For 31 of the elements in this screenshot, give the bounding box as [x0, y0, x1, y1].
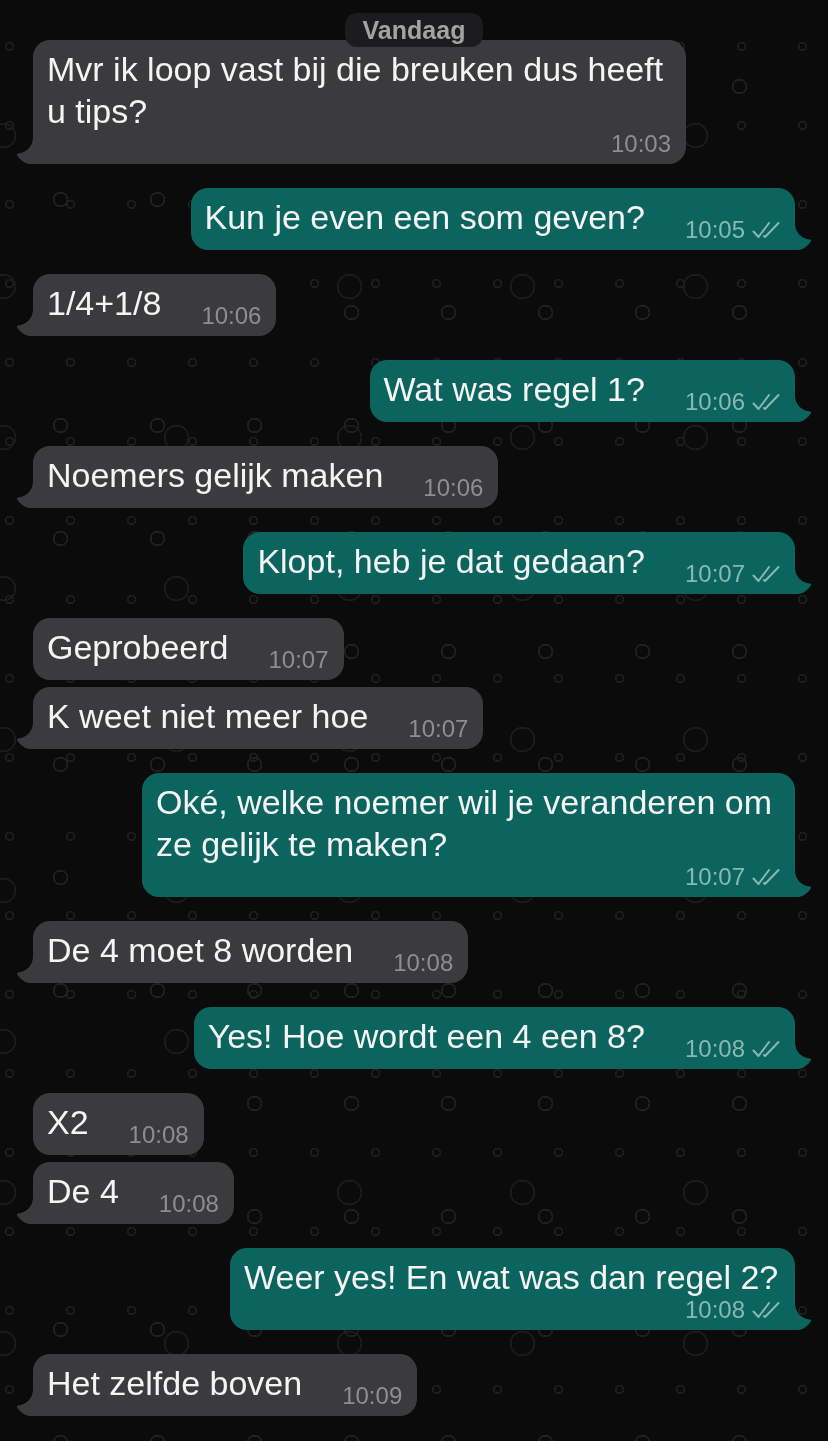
message-text: Klopt, heb je dat gedaan?: [257, 541, 645, 582]
message-time: 10:05: [684, 218, 745, 242]
message-text: Mvr ik loop vast bij die breuken dus heeft u tips?: [47, 49, 665, 132]
message-time: 10:07: [684, 562, 745, 586]
message-text: Het zelfde boven: [47, 1363, 303, 1404]
message-time: 10:09: [342, 1384, 403, 1408]
message-text: Geprobeerd: [47, 627, 229, 668]
message-time: 10:08: [684, 1037, 745, 1061]
message-text: De 4: [47, 1171, 119, 1212]
message-text: 1/4+1/8: [47, 283, 162, 324]
message-text: X2: [47, 1102, 89, 1143]
message-text: Oké, welke noemer wil je veranderen om ze gelijk te maken?: [156, 782, 774, 865]
date-divider: Vandaag: [344, 13, 484, 47]
message-time: 10:07: [408, 717, 469, 741]
message-time: 10:08: [393, 951, 454, 975]
message-time: 10:07: [684, 865, 745, 889]
message-text: K weet niet meer hoe: [47, 696, 369, 737]
message-text: Wat was regel 1?: [383, 369, 645, 410]
message-time: 10:08: [684, 1298, 745, 1322]
message-text: Yes! Hoe wordt een 4 een 8?: [207, 1016, 645, 1057]
message-text: De 4 moet 8 worden: [47, 930, 354, 971]
message-text: Kun je even een som geven?: [204, 197, 645, 238]
message-time: 10:08: [158, 1192, 219, 1216]
message-time: 10:06: [423, 476, 484, 500]
message-text: Noemers gelijk maken: [47, 455, 384, 496]
message-time: 10:06: [684, 390, 745, 414]
message-time: 10:03: [610, 132, 671, 156]
message-text: Weer yes! En wat was dan regel 2?: [244, 1257, 779, 1298]
message-time: 10:07: [268, 648, 329, 672]
message-time: 10:06: [201, 304, 262, 328]
message-time: 10:08: [128, 1123, 189, 1147]
